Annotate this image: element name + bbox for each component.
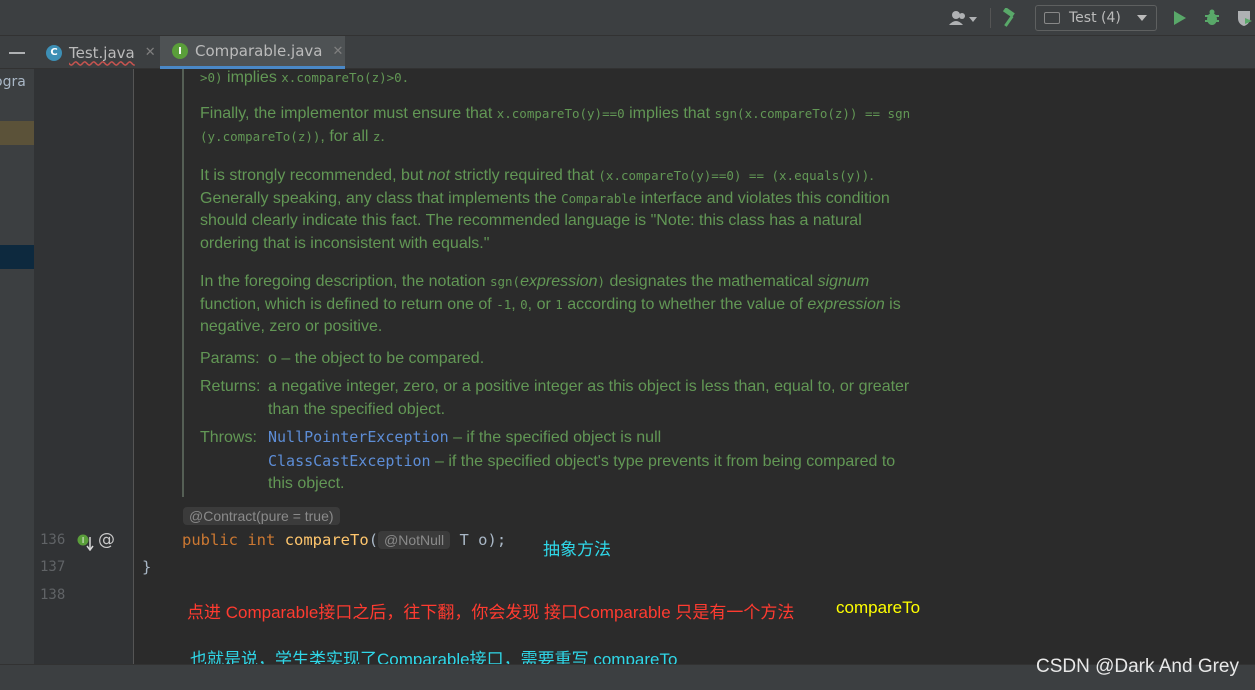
user-icon[interactable] — [946, 8, 980, 28]
project-panel: ogra — [0, 69, 34, 664]
doc-line: >0) implies x.compareTo(z)>0. — [200, 69, 410, 86]
interface-file-icon: I — [172, 43, 188, 59]
doc-paragraph: Finally, the implementor must ensure tha… — [200, 105, 911, 145]
method-name: compareTo — [284, 531, 369, 549]
main-toolbar: Test (4) — [0, 0, 1255, 36]
line-number: 138 — [40, 587, 66, 603]
coverage-icon[interactable] — [1233, 8, 1255, 28]
keyword-public: public — [182, 531, 238, 549]
watermark: CSDN @Dark And Grey — [1035, 656, 1239, 677]
debug-icon[interactable] — [1201, 8, 1223, 28]
class-cast-exception-link[interactable]: ClassCastException — [268, 452, 431, 470]
params-label: Params: — [200, 350, 260, 367]
project-tree-text[interactable]: ogra — [0, 74, 26, 90]
implemented-method-icon[interactable]: I — [77, 533, 95, 552]
doc-returns: Returns: a negative integer, zero, or a p… — [200, 376, 980, 421]
returns-text: than the specified object. — [268, 400, 446, 418]
run-config-icon — [1044, 12, 1060, 24]
tab-label: Comparable.java — [195, 42, 323, 60]
close-icon[interactable]: ✕ — [145, 45, 156, 60]
tab-label: Test.java — [69, 43, 135, 62]
project-tree-row[interactable] — [0, 121, 34, 145]
annotation-red-note: 点进 Comparable接口之后，往下翻，你会发现 接口Comparable … — [187, 603, 795, 622]
run-configuration-selector[interactable]: Test (4) — [1035, 5, 1157, 31]
params-text: o – the object to be compared. — [268, 350, 485, 367]
open-paren: ( — [368, 531, 379, 549]
class-file-icon: C — [46, 44, 62, 61]
hide-panel-icon[interactable] — [9, 52, 25, 54]
keyword-int: int — [247, 531, 276, 549]
svg-text:I: I — [82, 536, 84, 545]
annotation-abstract-method: 抽象方法 — [543, 540, 611, 559]
chevron-down-icon — [1137, 15, 1147, 21]
notnull-inlay-hint: @NotNull — [378, 531, 451, 549]
returns-label: Returns: — [200, 378, 261, 395]
run-config-label: Test (4) — [1069, 10, 1121, 26]
throws-text: – if the specified object's type prevent… — [430, 452, 896, 470]
throws-text: this object. — [268, 475, 345, 492]
contract-inlay-hint: @Contract(pure = true) — [183, 507, 340, 525]
parameter-text: T o); — [459, 531, 507, 549]
doc-throws: Throws: NullPointerException – if the spe… — [200, 426, 980, 496]
doc-paragraph: It is strongly recommended, but not stri… — [200, 167, 890, 252]
close-icon[interactable]: ✕ — [332, 44, 343, 59]
annotation-compareto: compareTo — [836, 598, 921, 617]
annotation-marker-icon[interactable]: @ — [98, 530, 115, 550]
rendered-javadoc: >0) implies x.compareTo(z)>0. Finally, t… — [182, 69, 982, 497]
throws-text: – if the specified object is null — [448, 429, 662, 446]
toolbar-separator — [990, 8, 991, 28]
null-pointer-exception-link[interactable]: NullPointerException — [268, 428, 449, 446]
throws-label: Throws: — [200, 429, 257, 446]
hammer-icon[interactable] — [998, 8, 1022, 28]
line-number: 137 — [40, 559, 66, 575]
editor-tab-bar: C Test.java ✕ I Comparable.java ✕ — [0, 36, 1255, 69]
doc-params: Params: o – the object to be compared. — [200, 348, 980, 371]
tab-comparable-java[interactable]: I Comparable.java ✕ — [160, 36, 345, 69]
project-tree-row-selected[interactable] — [0, 245, 34, 269]
doc-paragraph: In the foregoing description, the notati… — [200, 273, 901, 335]
returns-text: a negative integer, zero, or a positive … — [268, 378, 910, 395]
run-icon[interactable] — [1170, 8, 1190, 28]
line-number: 136 — [40, 532, 66, 548]
code-line-136[interactable]: public int compareTo(@NotNull T o); — [182, 531, 506, 549]
tab-test-java[interactable]: C Test.java ✕ — [46, 36, 158, 69]
code-line-137[interactable]: } — [142, 558, 151, 576]
